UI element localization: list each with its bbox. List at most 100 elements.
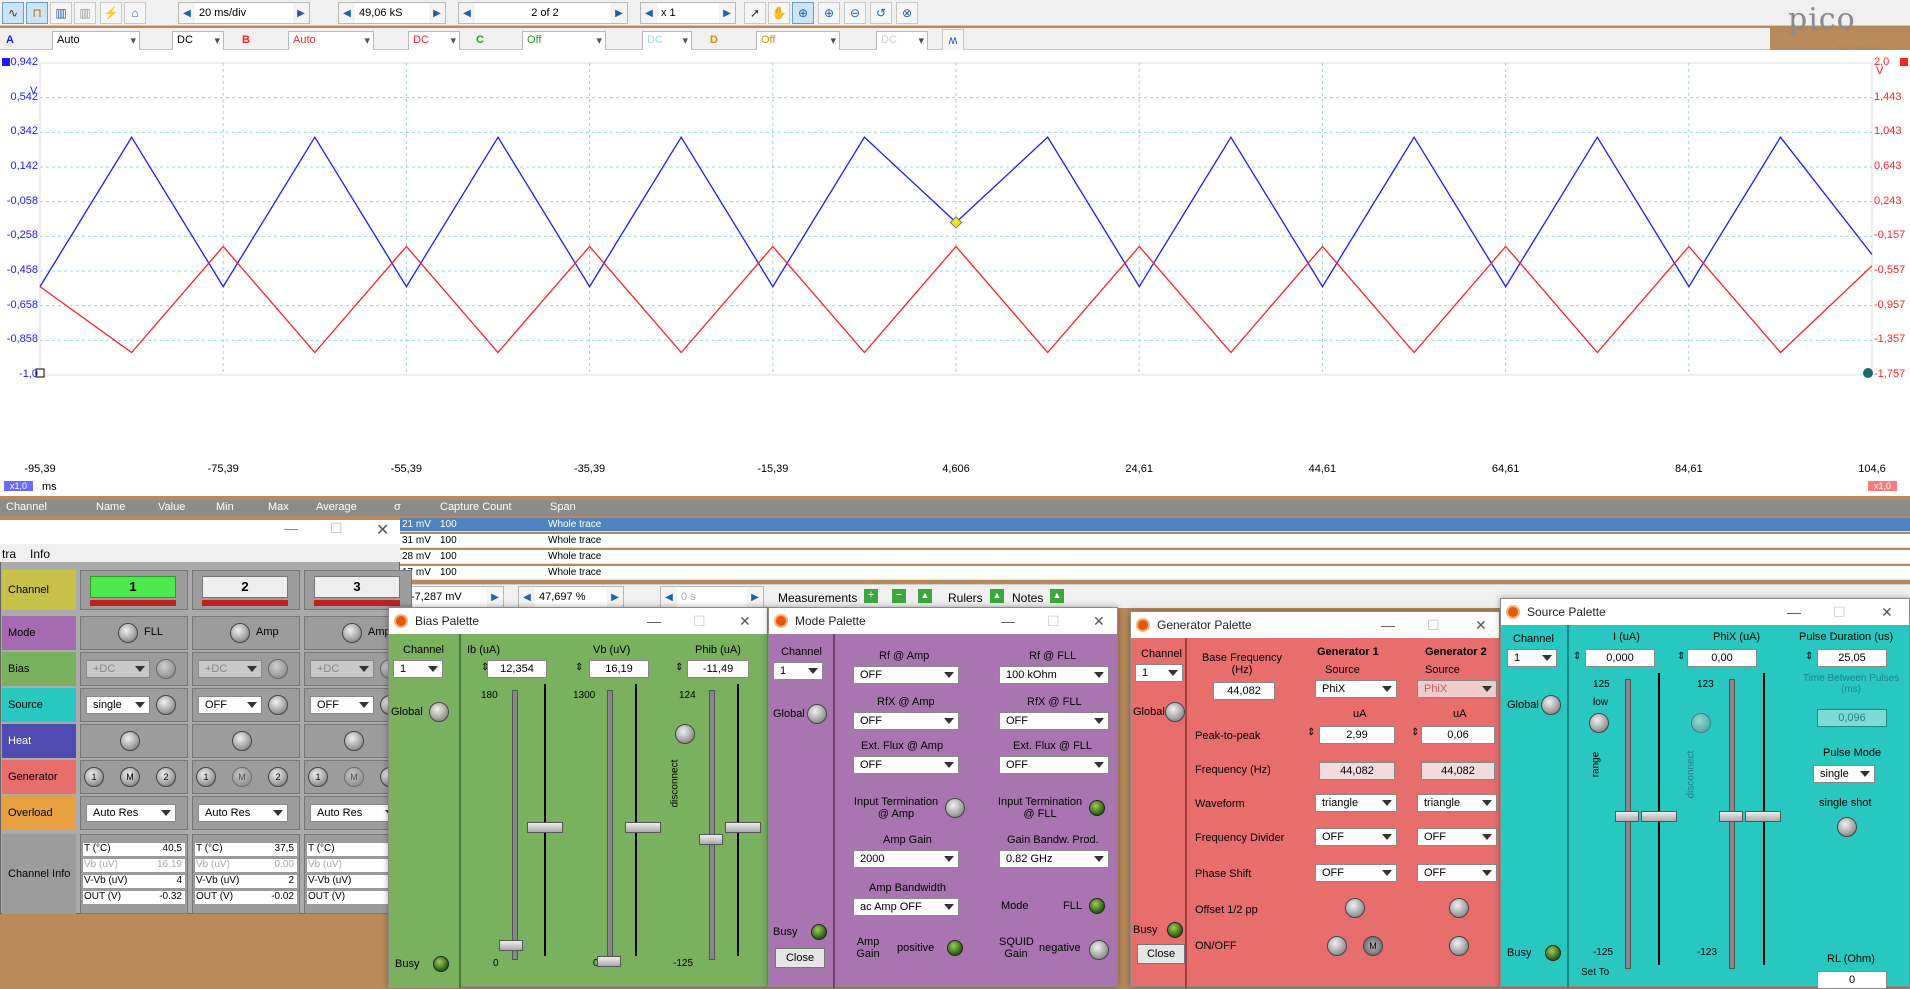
vb-slider-thumb[interactable]: [597, 956, 621, 967]
close-icon[interactable]: ✕: [1475, 612, 1487, 638]
table-row[interactable]: 28 mV 100 Whole trace: [400, 550, 1910, 564]
i-field[interactable]: 0,000: [1585, 649, 1655, 667]
maximize-icon[interactable]: ☐: [330, 520, 343, 537]
notes-toggle-icon[interactable]: ▲: [1050, 589, 1064, 603]
source-2-select[interactable]: PhiX: [1417, 680, 1497, 698]
rfx-amp-select[interactable]: OFF: [853, 712, 959, 730]
global-knob[interactable]: [429, 702, 449, 722]
minimize-icon[interactable]: —: [1001, 608, 1015, 634]
minimize-icon[interactable]: —: [284, 520, 298, 536]
rf-fll-select[interactable]: 100 kOhm: [999, 666, 1109, 684]
spin-icon[interactable]: ⇕: [1307, 727, 1315, 738]
waveform-1-select[interactable]: triangle: [1315, 794, 1397, 812]
rf-amp-select[interactable]: OFF: [853, 666, 959, 684]
ib-coarse-thumb[interactable]: [527, 822, 563, 833]
gbp-select[interactable]: 0.82 GHz: [999, 850, 1109, 868]
i-range-knob[interactable]: [1589, 713, 1609, 733]
offset-1-knob[interactable]: [1345, 898, 1365, 918]
maximize-icon[interactable]: ☐: [693, 608, 706, 634]
source-knob[interactable]: [268, 695, 288, 715]
capture-control[interactable]: ◀ 2 of 2 ▶: [458, 2, 628, 24]
channel-a-label[interactable]: A: [6, 34, 14, 46]
right-scale-badge[interactable]: x1,0: [1868, 481, 1898, 491]
hand-icon[interactable]: ✋: [768, 2, 790, 24]
bias-knob[interactable]: [156, 659, 176, 679]
remove-measurement-icon[interactable]: −: [892, 589, 906, 603]
bias-select[interactable]: +DC: [86, 660, 150, 678]
channel-3-button[interactable]: 3: [314, 576, 400, 598]
offset-2-knob[interactable]: [1449, 898, 1469, 918]
channel-d-range[interactable]: Off: [756, 31, 840, 51]
mode-led[interactable]: [1089, 898, 1105, 914]
chevron-right-icon[interactable]: ▶: [429, 3, 445, 23]
channel-c-range[interactable]: Off: [522, 31, 606, 51]
generator-knob[interactable]: M: [232, 767, 252, 787]
phix-slider-thumb[interactable]: [1719, 811, 1743, 822]
undo-zoom-icon[interactable]: ↺: [870, 2, 892, 24]
mode-knob[interactable]: [342, 623, 362, 643]
menu-extra[interactable]: tra: [2, 547, 16, 561]
source-select[interactable]: OFF: [198, 696, 262, 714]
channel-b-range[interactable]: Auto: [288, 31, 374, 51]
chevron-right-icon[interactable]: ▶: [719, 3, 735, 23]
ruler-value-control[interactable]: -7,287 mV ▶: [406, 586, 504, 608]
spectrum-mode-icon[interactable]: ▥: [50, 2, 72, 24]
table-row[interactable]: 17 mV 100 Whole trace: [400, 566, 1910, 580]
base-frequency-field[interactable]: 44,082: [1213, 682, 1275, 700]
spin-icon[interactable]: ⇕: [575, 662, 583, 673]
chevron-left-icon[interactable]: ◀: [459, 3, 475, 23]
phix-disconnect-knob[interactable]: [1691, 713, 1711, 733]
pointer-icon[interactable]: ➚: [744, 2, 766, 24]
spin-icon[interactable]: ⇕: [481, 662, 489, 673]
channel-d-coupling[interactable]: DC: [876, 31, 928, 51]
input-termination-amp-knob[interactable]: [945, 798, 965, 818]
zoom-out-icon[interactable]: ⊖: [844, 2, 866, 24]
overload-select[interactable]: Auto Res: [86, 804, 176, 822]
chevron-left-icon[interactable]: ◀: [641, 3, 657, 23]
peak-to-peak-1-field[interactable]: 2,99: [1319, 726, 1395, 744]
waveform-2-select[interactable]: triangle: [1417, 794, 1497, 812]
ext-flux-fll-select[interactable]: OFF: [999, 756, 1109, 774]
global-knob[interactable]: [1165, 702, 1185, 722]
amp-gain-sign-led[interactable]: [947, 940, 963, 956]
i-coarse-thumb[interactable]: [1641, 811, 1677, 822]
close-icon[interactable]: ✕: [739, 608, 751, 634]
chevron-right-icon[interactable]: ▶: [611, 3, 627, 23]
trigger-icon[interactable]: ⚡: [100, 2, 122, 24]
phase-shift-2-select[interactable]: OFF: [1417, 864, 1497, 882]
add-measurement-icon[interactable]: +: [864, 589, 878, 603]
peak-to-peak-2-field[interactable]: 0,06: [1421, 726, 1495, 744]
persistence-mode-icon[interactable]: ⊓: [26, 2, 48, 24]
on-off-master-knob[interactable]: M: [1363, 936, 1383, 956]
global-knob[interactable]: [807, 704, 827, 724]
chevron-right-icon[interactable]: ▶: [487, 587, 503, 607]
phib-slider-track[interactable]: [709, 690, 715, 960]
phib-field[interactable]: -11,49: [687, 660, 749, 678]
close-button[interactable]: Close: [1137, 944, 1185, 964]
table-row[interactable]: 21 mV 100 Whole trace: [400, 518, 1910, 532]
zoom-fit-icon[interactable]: ⊗: [896, 2, 918, 24]
mode-knob[interactable]: [118, 623, 138, 643]
rulers-toggle-icon[interactable]: ▲: [990, 589, 1004, 603]
source-select[interactable]: single: [86, 696, 150, 714]
right-axis-marker[interactable]: [1900, 58, 1908, 66]
channel-a-range[interactable]: Auto: [52, 31, 140, 51]
maximize-icon[interactable]: ☐: [1427, 612, 1440, 638]
scope-mode-icon[interactable]: ∿: [2, 2, 24, 24]
source-select[interactable]: OFF: [310, 696, 374, 714]
timebase-control[interactable]: ◀ 20 ms/div ▶: [178, 2, 310, 24]
close-icon[interactable]: ✕: [1881, 599, 1893, 625]
chevron-left-icon[interactable]: ◀: [661, 587, 677, 607]
phix-coarse-thumb[interactable]: [1745, 811, 1781, 822]
heat-knob[interactable]: [232, 731, 252, 751]
minimize-icon[interactable]: —: [1381, 612, 1395, 638]
channel-b-coupling[interactable]: DC: [408, 31, 460, 51]
generator-knob[interactable]: M: [120, 767, 140, 787]
channel-select[interactable]: 1: [773, 662, 823, 680]
amp-gain-select[interactable]: 2000: [853, 850, 959, 868]
spin-icon[interactable]: ⇕: [675, 662, 683, 673]
pulse-mode-select[interactable]: single: [1813, 765, 1875, 783]
minimize-icon[interactable]: —: [1787, 599, 1801, 625]
phib-slider-thumb[interactable]: [699, 834, 723, 845]
maximize-icon[interactable]: ☐: [1047, 608, 1060, 634]
